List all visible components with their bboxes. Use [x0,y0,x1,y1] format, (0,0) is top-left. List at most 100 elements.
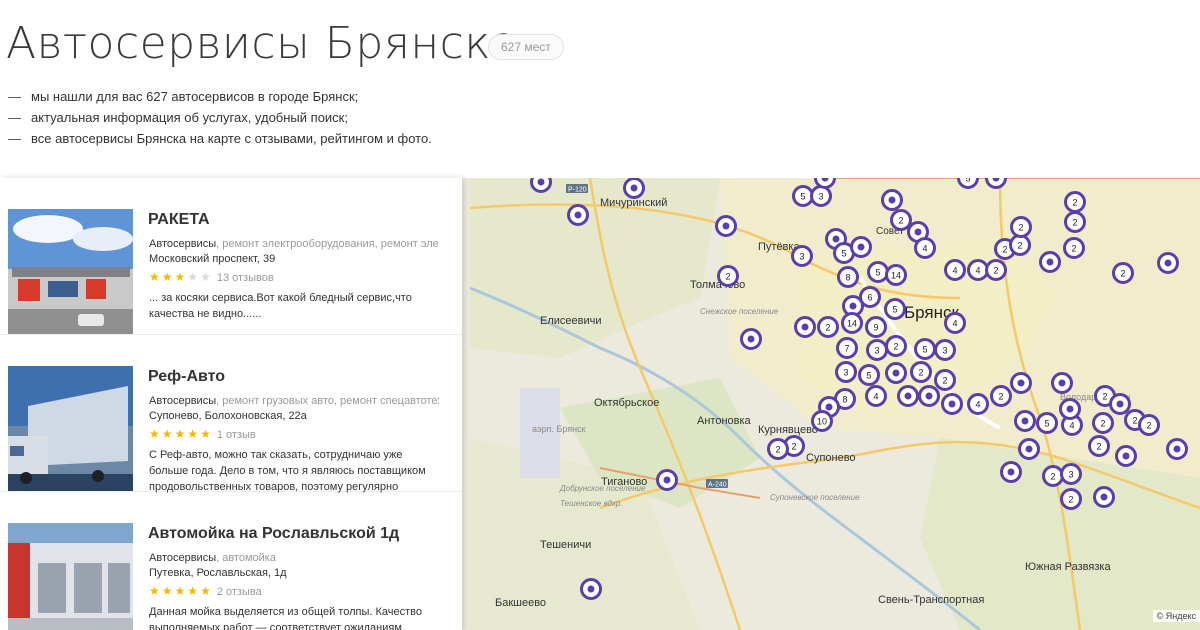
map-pin[interactable] [814,178,836,189]
list-item[interactable]: Реф-Авто Автосервисы, ремонт грузовых ав… [0,335,462,493]
map-cluster-pin[interactable]: 2 [990,385,1012,407]
map-place-label: аэрп. Брянск [532,424,586,434]
map-cluster-pin[interactable]: 2 [934,369,956,391]
map-cluster-pin[interactable]: 2 [817,316,839,338]
map-cluster-pin[interactable]: 14 [885,264,907,286]
map-cluster-pin[interactable]: 2 [890,209,912,231]
map-pin[interactable] [580,578,602,600]
map-pin[interactable] [656,469,678,491]
map-pin[interactable] [715,215,737,237]
map-cluster-pin[interactable]: 2 [1009,234,1031,256]
map-cluster-pin[interactable]: 5 [884,298,906,320]
svg-text:2: 2 [1017,241,1022,251]
map-cluster-pin[interactable]: 5 [792,185,814,207]
star-icon: ★ [200,427,213,441]
map-cluster-pin[interactable]: 2 [985,259,1007,281]
map-cluster-pin[interactable]: 9 [865,316,887,338]
map-cluster-pin[interactable]: 2 [885,335,907,357]
map-pin[interactable] [530,178,552,193]
map-cluster-pin[interactable]: 3 [866,339,888,361]
map-cluster-pin[interactable]: 3 [810,185,832,207]
map-cluster-pin[interactable]: 4 [944,259,966,281]
listing-title[interactable]: Автомойка на Рославльской 1д [148,525,399,543]
map-pin[interactable] [897,385,919,407]
review-count[interactable]: 2 отзыва [217,586,262,598]
map-pin[interactable] [567,204,589,226]
listing-photo[interactable] [8,209,133,334]
map-pin[interactable] [1093,486,1115,508]
summary-bullets: мы нашли для вас 627 автосервисов в горо… [8,86,432,149]
list-item[interactable]: Автомойка на Рославльской 1д Автосервисы… [0,492,462,630]
map-pin[interactable] [794,316,816,338]
results-list[interactable]: РАКЕТА Автосервисы, ремонт электрооборуд… [0,178,462,630]
map-cluster-pin[interactable]: 2 [1138,414,1160,436]
map-pin[interactable] [1051,372,1073,394]
map-pin[interactable] [1059,398,1081,420]
map-cluster-pin[interactable]: 2 [910,361,932,383]
map-cluster-pin[interactable]: 8 [837,266,859,288]
map-pin[interactable] [1115,445,1137,467]
map-cluster-pin[interactable]: 2 [1088,435,1110,457]
map-cluster-pin[interactable]: 2 [717,265,739,287]
svg-text:2: 2 [993,266,998,276]
map-pin[interactable] [623,178,645,199]
map-cluster-pin[interactable]: 4 [865,385,887,407]
map-pin[interactable] [740,328,762,350]
map-pin[interactable] [1018,438,1040,460]
map-pin[interactable] [918,385,940,407]
map-pin[interactable] [1014,410,1036,432]
map-pin[interactable] [985,178,1007,189]
list-item[interactable]: РАКЕТА Автосервисы, ремонт электрооборуд… [0,178,462,335]
map-pin[interactable] [1166,438,1188,460]
svg-text:4: 4 [873,392,878,402]
map-pin[interactable] [1157,252,1179,274]
review-count[interactable]: 1 отзыв [217,429,256,441]
listing-category-more: , ремонт грузовых авто, ремонт спецавтот… [216,395,439,407]
map-cluster-pin[interactable]: 2 [1112,262,1134,284]
listing-photo[interactable] [8,523,133,630]
map-cluster-pin[interactable]: 3 [791,245,813,267]
svg-text:А-240: А-240 [708,482,727,489]
listing-photo[interactable] [8,366,133,491]
map-cluster-pin[interactable]: 3 [934,339,956,361]
map-pin[interactable] [941,393,963,415]
map-cluster-pin[interactable]: 4 [944,312,966,334]
listing-title[interactable]: Реф-Авто [148,368,225,386]
map-cluster-pin[interactable]: 2 [1010,216,1032,238]
map-cluster-pin[interactable]: 10 [811,410,833,432]
map-pin[interactable] [1010,372,1032,394]
map-pin[interactable] [1000,461,1022,483]
map-cluster-pin[interactable]: 2 [1064,191,1086,213]
map-cluster-pin[interactable]: 2 [1064,211,1086,233]
map-pin[interactable] [885,362,907,384]
map-cluster-pin[interactable]: 2 [1060,488,1082,510]
map-cluster-pin[interactable]: 4 [967,259,989,281]
map-cluster-pin[interactable]: 2 [767,438,789,460]
map-cluster-pin[interactable]: 2 [1092,412,1114,434]
map-cluster-pin[interactable]: 5 [914,338,936,360]
map-place-label: Свень-Транспортная [878,594,984,606]
map-cluster-pin[interactable]: 5 [867,261,889,283]
map-cluster-pin[interactable]: 5 [858,364,880,386]
svg-text:2: 2 [825,323,830,333]
map-cluster-pin[interactable]: 7 [836,337,858,359]
map-cluster-pin[interactable]: 4 [914,237,936,259]
listing-title[interactable]: РАКЕТА [148,211,210,229]
listing-category-main: Автосервисы [149,238,217,250]
map-pin[interactable] [850,236,872,258]
summary-bullet: все автосервисы Брянска на карте с отзыв… [8,128,432,149]
map-cluster-pin[interactable]: 5 [957,178,979,189]
map-cluster-pin[interactable]: 2 [1063,237,1085,259]
svg-text:5: 5 [965,178,970,184]
listing-address: Путевка, Рославльская, 1д [149,567,287,579]
map-pin[interactable] [881,189,903,211]
map-pin[interactable] [1039,251,1061,273]
map-cluster-pin[interactable]: 2 [1042,465,1064,487]
map-cluster-pin[interactable]: 4 [967,393,989,415]
review-count[interactable]: 13 отзывов [217,272,274,284]
map-cluster-pin[interactable]: 5 [1036,412,1058,434]
map-cluster-pin[interactable]: 3 [835,361,857,383]
map-cluster-pin[interactable]: 14 [841,312,863,334]
map-cluster-pin[interactable]: 3 [1060,463,1082,485]
map-pin[interactable] [1109,393,1131,415]
